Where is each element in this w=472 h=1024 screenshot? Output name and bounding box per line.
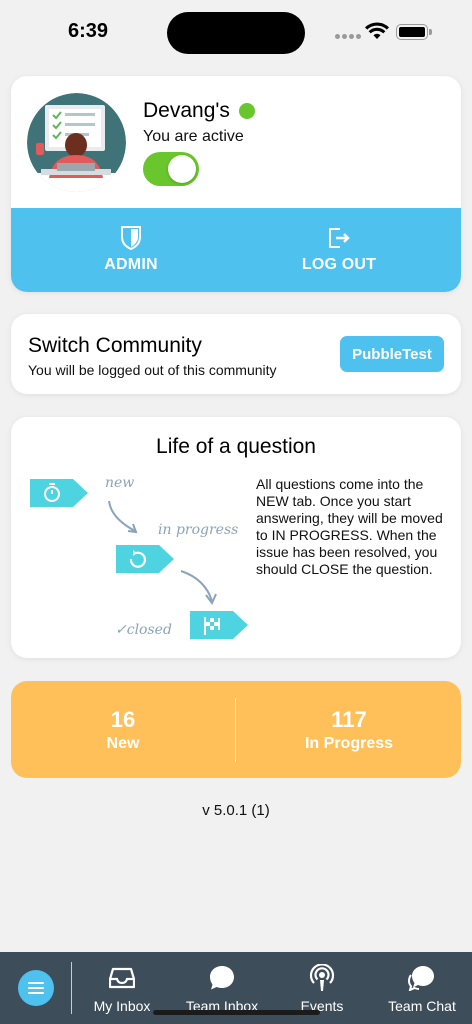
chat-bubble-icon (210, 966, 234, 990)
in-progress-count[interactable]: 117 In Progress (237, 681, 461, 778)
menu-button[interactable] (18, 970, 54, 1006)
stage-new-tag (30, 479, 88, 507)
shield-icon (121, 226, 141, 250)
stage-new-label: new (105, 475, 134, 491)
switch-community-card: Switch Community You will be logged out … (11, 314, 461, 394)
new-count-label: New (106, 734, 140, 752)
tab-team-chat-label: Team Chat (388, 998, 456, 1014)
question-counts-card: 16 New 117 In Progress (11, 681, 461, 778)
broadcast-icon (309, 964, 335, 991)
status-bar: 6:39 (0, 0, 472, 64)
battery-icon (396, 24, 432, 40)
active-toggle[interactable] (143, 152, 199, 186)
profile-card: Devang's You are active ADMIN LOG OUT (11, 76, 461, 292)
signal-icon (335, 34, 361, 40)
profile-action-bar: ADMIN LOG OUT (11, 208, 461, 292)
tab-my-inbox-label: My Inbox (93, 998, 151, 1014)
switch-community-title: Switch Community (28, 334, 202, 357)
hamburger-icon (28, 982, 44, 994)
home-indicator (153, 1010, 320, 1015)
new-count-value: 16 (110, 706, 136, 732)
community-switch-button[interactable]: PubbleTest (340, 336, 444, 372)
profile-name: Devang's (143, 99, 230, 122)
stage-in-progress-tag (116, 545, 174, 573)
in-progress-count-label: In Progress (304, 734, 394, 752)
admin-label: ADMIN (104, 256, 158, 273)
toggle-knob (168, 155, 196, 183)
lifecycle-title: Life of a question (156, 435, 316, 458)
counts-divider (235, 698, 236, 762)
logout-label: LOG OUT (301, 256, 377, 273)
dynamic-island (167, 12, 305, 54)
stage-in-progress-label: in progress (158, 522, 238, 538)
tabbar-separator (71, 962, 72, 1014)
team-chat-icon (408, 966, 434, 991)
in-progress-count-value: 117 (331, 706, 367, 732)
avatar (27, 93, 126, 192)
inbox-icon (109, 967, 135, 989)
new-count[interactable]: 16 New (11, 681, 235, 778)
logout-button[interactable]: LOG OUT (279, 208, 399, 292)
lifecycle-card: Life of a question new in progress ✓clos… (11, 417, 461, 658)
wifi-icon (365, 22, 389, 39)
switch-community-subtitle: You will be logged out of this community (28, 362, 277, 378)
tab-team-chat[interactable]: Team Chat (377, 952, 467, 1024)
logout-icon (329, 228, 350, 248)
lifecycle-diagram: new in progress ✓closed (30, 475, 248, 639)
online-status-dot (239, 103, 255, 119)
lifecycle-description: All questions come into the NEW tab. Onc… (256, 476, 443, 577)
stage-closed-label: ✓closed (115, 622, 172, 638)
stage-closed-tag (190, 611, 248, 639)
admin-button[interactable]: ADMIN (71, 208, 191, 292)
status-time: 6:39 (68, 20, 109, 42)
app-version: v 5.0.1 (1) (202, 802, 270, 819)
active-status-text: You are active (143, 128, 244, 145)
